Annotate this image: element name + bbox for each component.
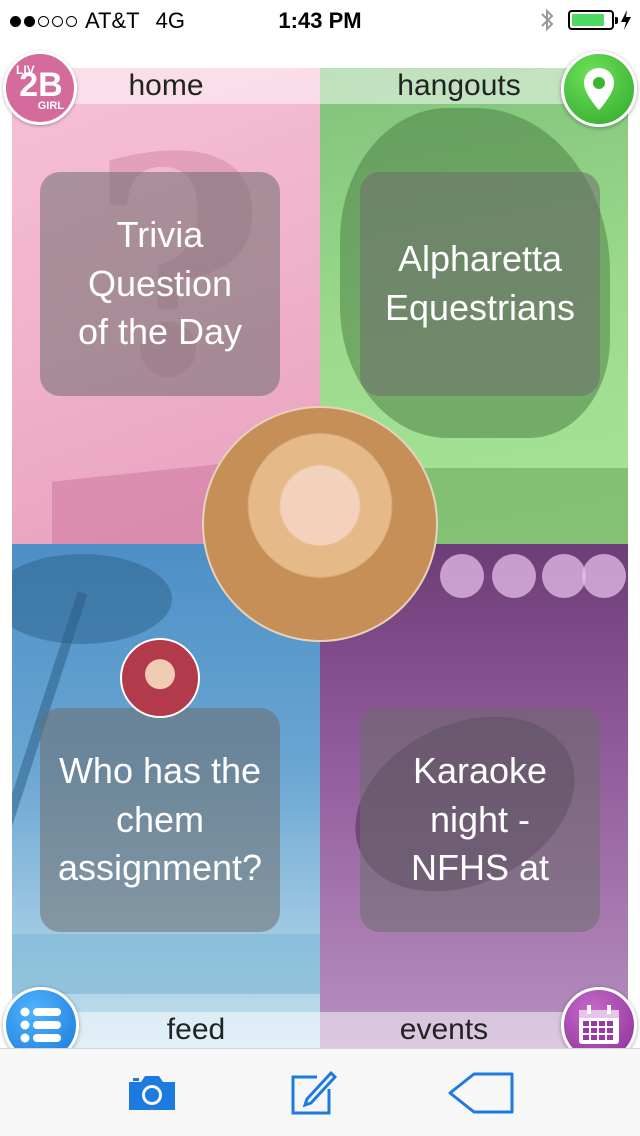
sea-background	[12, 934, 320, 994]
battery-icon	[568, 10, 618, 30]
calendar-icon	[579, 1005, 619, 1044]
card-line: Question	[87, 262, 233, 304]
status-bar: AT&T 4G 1:43 PM	[0, 0, 640, 40]
card-line: Alpharetta	[397, 238, 563, 280]
feed-card[interactable]: Who has the chem assignment?	[40, 708, 280, 932]
hangouts-label: hangouts	[320, 68, 598, 104]
compose-icon	[291, 1070, 337, 1115]
light-bokeh	[542, 554, 586, 598]
card-line: Equestrians	[384, 287, 576, 328]
camera-button[interactable]	[122, 1069, 182, 1117]
logo-text-bottom: GIRL	[37, 100, 64, 112]
charging-bolt-icon	[621, 10, 631, 30]
tag-icon	[448, 1072, 514, 1114]
card-line: of the Day	[77, 311, 243, 353]
feed-author-avatar[interactable]	[120, 638, 200, 718]
event-card[interactable]: Karaoke night - NFHS at	[360, 708, 600, 932]
app-logo[interactable]: LIV 2B GIRL	[3, 51, 77, 125]
card-line: night -	[429, 798, 531, 840]
card-line: Trivia	[116, 214, 204, 256]
light-bokeh	[582, 554, 626, 598]
feed-label: feed	[72, 1012, 320, 1048]
map-pin-icon	[584, 68, 614, 110]
trivia-card[interactable]: Trivia Question of the Day	[40, 172, 280, 396]
status-right	[540, 7, 632, 33]
profile-photo-main[interactable]	[202, 406, 438, 642]
bluetooth-icon	[541, 8, 554, 32]
hangout-card[interactable]: Alpharetta Equestrians	[360, 172, 600, 396]
card-line: assignment?	[57, 847, 263, 889]
palm-leaves-background	[12, 554, 172, 644]
light-bokeh	[440, 554, 484, 598]
tag-button[interactable]	[444, 1069, 518, 1117]
card-line: Karaoke	[412, 750, 548, 792]
card-line: Who has the	[58, 750, 262, 792]
compose-button[interactable]	[282, 1069, 342, 1117]
logo-text-main: 2B	[19, 66, 63, 104]
card-line: chem	[115, 798, 205, 840]
bottom-toolbar	[0, 1048, 640, 1136]
events-label: events	[320, 1012, 568, 1048]
card-line: NFHS at	[410, 847, 550, 889]
light-bokeh	[492, 554, 536, 598]
camera-icon	[129, 1076, 175, 1110]
list-icon	[20, 1007, 61, 1043]
location-button[interactable]	[561, 51, 637, 127]
